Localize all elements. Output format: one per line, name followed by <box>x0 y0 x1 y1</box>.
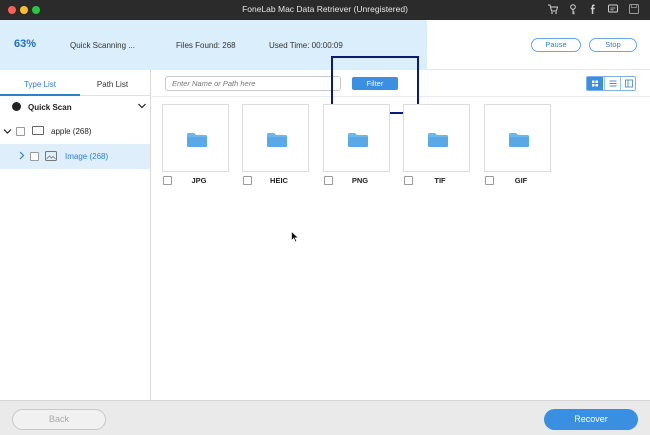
columns-icon <box>625 79 633 88</box>
facebook-icon[interactable] <box>586 3 600 17</box>
file-type-checkbox[interactable] <box>324 176 333 185</box>
grid-icon <box>592 80 598 87</box>
scan-percent: 63% <box>14 38 37 50</box>
grid-view-button[interactable] <box>587 77 603 90</box>
folder-icon <box>509 133 529 147</box>
file-type-label: PNG <box>351 176 369 185</box>
chevron-down-icon[interactable] <box>137 101 147 111</box>
cart-icon[interactable] <box>546 3 560 17</box>
list-icon <box>609 80 617 87</box>
drive-checkbox[interactable] <box>16 127 25 136</box>
mouse-cursor-icon <box>291 231 299 243</box>
detail-view-button[interactable] <box>620 77 635 90</box>
file-type-tile-gif[interactable] <box>484 104 551 172</box>
image-category-label: Image (268) <box>65 152 109 161</box>
folder-icon <box>348 133 368 147</box>
chevron-down-icon[interactable] <box>3 127 12 136</box>
file-type-tile-tif[interactable] <box>403 104 470 172</box>
file-type-label: HEIC <box>270 176 288 185</box>
image-checkbox[interactable] <box>30 152 39 161</box>
folder-icon <box>187 133 207 147</box>
back-button[interactable]: Back <box>12 409 106 430</box>
list-view-button[interactable] <box>604 77 620 90</box>
pause-button[interactable]: Pause <box>531 38 581 52</box>
file-type-tile-heic[interactable] <box>242 104 309 172</box>
file-type-checkbox[interactable] <box>163 176 172 185</box>
file-type-tile-jpg[interactable] <box>162 104 229 172</box>
save-icon[interactable] <box>627 3 641 17</box>
file-type-checkbox[interactable] <box>243 176 252 185</box>
recover-button[interactable]: Recover <box>544 409 638 430</box>
folder-icon <box>267 133 287 147</box>
pie-chart-icon <box>12 102 21 111</box>
tab-path-list[interactable]: Path List <box>75 70 150 96</box>
content-area: Filter JPG HEIC <box>152 56 650 400</box>
view-mode-switcher <box>586 76 636 91</box>
hard-drive-icon <box>32 126 44 135</box>
chevron-right-icon[interactable] <box>17 151 26 160</box>
app-window: 63% Quick Scanning ... Files Found: 268 … <box>0 20 650 435</box>
tree-item-drive[interactable]: apple (268) <box>0 120 150 144</box>
image-icon <box>45 151 57 161</box>
title-bar: FoneLab Mac Data Retriever (Unregistered… <box>0 0 650 20</box>
file-type-label: GIF <box>514 176 528 185</box>
scan-status-text: Quick Scanning ... <box>70 41 135 50</box>
drive-label: apple (268) <box>51 127 92 136</box>
footer-bar: Back Recover <box>0 400 650 435</box>
feedback-icon[interactable] <box>606 3 620 17</box>
tree-item-image[interactable]: Image (268) <box>0 144 150 169</box>
folder-icon <box>428 133 448 147</box>
key-icon[interactable] <box>566 3 580 17</box>
sidebar: Type List Path List Quick Scan apple (26… <box>0 70 151 400</box>
stop-button[interactable]: Stop <box>589 38 637 52</box>
quick-scan-label: Quick Scan <box>28 103 72 112</box>
file-type-checkbox[interactable] <box>404 176 413 185</box>
sidebar-tabs: Type List Path List <box>0 70 150 96</box>
scan-progress-header: 63% Quick Scanning ... Files Found: 268 … <box>0 20 650 70</box>
file-type-checkbox[interactable] <box>485 176 494 185</box>
used-time: Used Time: 00:00:09 <box>269 41 343 50</box>
file-type-tile-png[interactable] <box>323 104 390 172</box>
search-input[interactable] <box>172 78 332 89</box>
file-type-label: TIF <box>434 176 446 185</box>
tab-type-list[interactable]: Type List <box>0 70 80 96</box>
search-box[interactable] <box>165 76 341 91</box>
files-found-count: Files Found: 268 <box>176 41 236 50</box>
file-type-label: JPG <box>191 176 207 185</box>
quick-scan-row[interactable]: Quick Scan <box>0 96 150 120</box>
